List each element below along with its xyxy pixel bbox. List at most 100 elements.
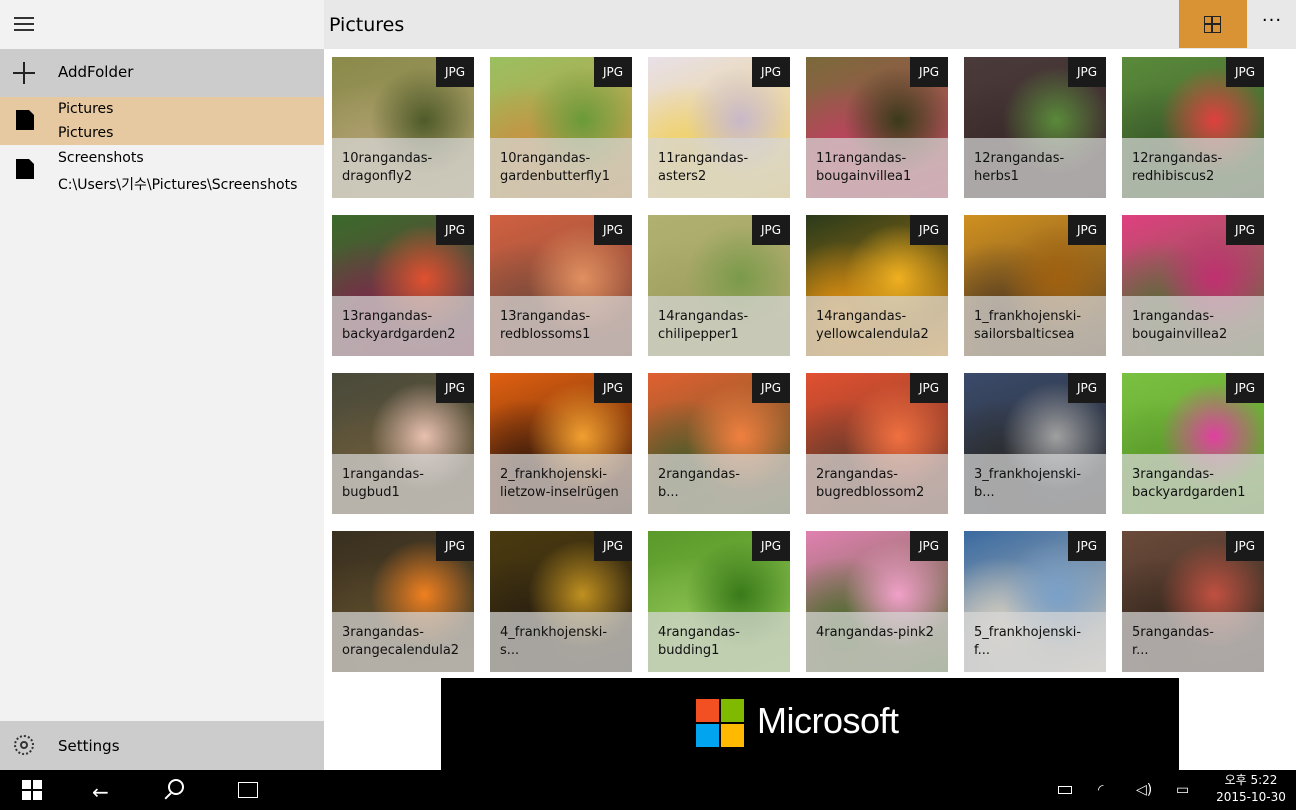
caption-line: 10rangandas-	[342, 151, 433, 166]
caption-line: 4rangandas-	[658, 625, 740, 640]
search-button[interactable]	[152, 770, 200, 810]
battery-icon[interactable]	[1058, 786, 1072, 794]
picture-tile[interactable]: JPG 3_frankhojenski-b...	[964, 373, 1106, 514]
file-type-badge: JPG	[436, 215, 474, 245]
picture-caption: 10rangandas-dragonfly2	[332, 138, 474, 198]
more-options-button[interactable]: ···	[1254, 10, 1290, 38]
picture-tile[interactable]: JPG 2_frankhojenski-lietzow-inselrügen	[490, 373, 632, 514]
file-type-badge: JPG	[910, 373, 948, 403]
caption-line: backyardgarden2	[342, 327, 456, 342]
volume-icon[interactable]: ◁)	[1136, 782, 1152, 798]
picture-tile[interactable]: JPG 12rangandas-herbs1	[964, 57, 1106, 198]
caption-line: 5rangandas-	[1132, 625, 1214, 640]
picture-caption: 5rangandas-r...	[1122, 612, 1264, 672]
hamburger-menu-icon[interactable]	[12, 14, 36, 34]
picture-tile[interactable]: JPG 2rangandas-bugredblossom2	[806, 373, 948, 514]
picture-tile[interactable]: JPG 1_frankhojenski-sailorsbalticsea	[964, 215, 1106, 356]
caption-line: 12rangandas-	[1132, 151, 1223, 166]
picture-tile[interactable]: JPG 14rangandas-yellowcalendula2	[806, 215, 948, 356]
ad-banner[interactable]: Microsoft	[441, 678, 1179, 770]
picture-tile[interactable]: JPG 5rangandas-r...	[1122, 531, 1264, 672]
picture-tile[interactable]: JPG 11rangandas-bougainvillea1	[806, 57, 948, 198]
caption-line: 13rangandas-	[342, 309, 433, 324]
wifi-icon[interactable]: ◜	[1098, 782, 1103, 798]
caption-line: 1rangandas-	[1132, 309, 1214, 324]
caption-line: 14rangandas-	[816, 309, 907, 324]
caption-line: gardenbutterfly1	[500, 169, 611, 184]
file-type-badge: JPG	[910, 215, 948, 245]
file-type-badge: JPG	[436, 531, 474, 561]
grid-view-button[interactable]	[1179, 0, 1247, 48]
picture-tile[interactable]: JPG 13rangandas-backyardgarden2	[332, 215, 474, 356]
folder-item-pictures[interactable]: Pictures Pictures	[0, 97, 324, 145]
picture-caption: 11rangandas-asters2	[648, 138, 790, 198]
caption-line: bougainvillea1	[816, 169, 912, 184]
picture-tile[interactable]: JPG 1rangandas-bugbud1	[332, 373, 474, 514]
picture-tile[interactable]: JPG 4_frankhojenski-s...	[490, 531, 632, 672]
caption-line: chilipepper1	[658, 327, 739, 342]
file-type-badge: JPG	[752, 531, 790, 561]
caption-line: 11rangandas-	[658, 151, 749, 166]
caption-line: 10rangandas-	[500, 151, 591, 166]
caption-line: 5_frankhojenski-	[974, 625, 1082, 640]
file-type-badge: JPG	[436, 373, 474, 403]
caption-line: 4_frankhojenski-	[500, 625, 608, 640]
file-type-badge: JPG	[910, 57, 948, 87]
plus-icon	[13, 62, 35, 84]
file-type-badge: JPG	[752, 57, 790, 87]
picture-tile[interactable]: JPG 4rangandas-pink2	[806, 531, 948, 672]
caption-line: redhibiscus2	[1132, 169, 1215, 184]
caption-line: yellowcalendula2	[816, 327, 929, 342]
settings-button[interactable]: Settings	[0, 721, 324, 770]
caption-line: 4rangandas-pink2	[816, 625, 934, 640]
caption-line: 2_frankhojenski-	[500, 467, 608, 482]
picture-caption: 13rangandas-redblossoms1	[490, 296, 632, 356]
caption-line: asters2	[658, 169, 707, 184]
search-icon	[168, 779, 184, 795]
folder-item-screenshots[interactable]: Screenshots C:\Users\기수\Pictures\Screens…	[0, 146, 324, 194]
caption-line: 14rangandas-	[658, 309, 749, 324]
picture-tile[interactable]: JPG 13rangandas-redblossoms1	[490, 215, 632, 356]
picture-tile[interactable]: JPG 5_frankhojenski-f...	[964, 531, 1106, 672]
caption-line: lietzow-inselrügen	[500, 485, 619, 500]
caption-line: sailorsbalticsea	[974, 327, 1075, 342]
picture-tile[interactable]: JPG 4rangandas-budding1	[648, 531, 790, 672]
ad-brand-text: Microsoft	[757, 700, 899, 741]
picture-tile[interactable]: JPG 10rangandas-gardenbutterfly1	[490, 57, 632, 198]
caption-line: s...	[500, 643, 520, 658]
system-clock[interactable]: 오후 5:22 2015-10-30	[1210, 772, 1292, 806]
picture-caption: 4rangandas-budding1	[648, 612, 790, 672]
picture-tile[interactable]: JPG 11rangandas-asters2	[648, 57, 790, 198]
file-type-badge: JPG	[1068, 373, 1106, 403]
action-center-icon[interactable]: ▭	[1176, 782, 1189, 798]
picture-tile[interactable]: JPG 2rangandas-b...	[648, 373, 790, 514]
task-view-icon	[238, 782, 258, 798]
folder-path: C:\Users\기수\Pictures\Screenshots	[58, 177, 298, 193]
task-view-button[interactable]	[224, 770, 272, 810]
picture-tile[interactable]: JPG 1rangandas-bougainvillea2	[1122, 215, 1264, 356]
caption-line: b...	[974, 485, 995, 500]
picture-caption: 2rangandas-bugredblossom2	[806, 454, 948, 514]
picture-tile[interactable]: JPG 12rangandas-redhibiscus2	[1122, 57, 1264, 198]
picture-caption: 1_frankhojenski-sailorsbalticsea	[964, 296, 1106, 356]
file-type-badge: JPG	[1068, 57, 1106, 87]
picture-tile[interactable]: JPG 3rangandas-orangecalendula2	[332, 531, 474, 672]
start-button[interactable]	[4, 770, 52, 810]
caption-line: 3rangandas-	[1132, 467, 1214, 482]
folder-icon	[16, 159, 34, 179]
picture-tile[interactable]: JPG 10rangandas-dragonfly2	[332, 57, 474, 198]
folder-name: Screenshots	[58, 150, 144, 166]
caption-line: budding1	[658, 643, 720, 658]
caption-line: f...	[974, 643, 991, 658]
file-type-badge: JPG	[1068, 531, 1106, 561]
file-type-badge: JPG	[594, 215, 632, 245]
caption-line: orangecalendula2	[342, 643, 460, 658]
clock-time: 오후 5:22	[1224, 773, 1278, 787]
taskbar: ← ◜ ◁) ▭ 오후 5:22 2015-10-30	[0, 770, 1296, 810]
picture-tile[interactable]: JPG 14rangandas-chilipepper1	[648, 215, 790, 356]
back-button[interactable]: ←	[78, 770, 126, 810]
add-folder-button[interactable]: AddFolder	[0, 49, 324, 97]
picture-caption: 4_frankhojenski-s...	[490, 612, 632, 672]
picture-tile[interactable]: JPG 3rangandas-backyardgarden1	[1122, 373, 1264, 514]
folder-icon	[16, 110, 34, 130]
